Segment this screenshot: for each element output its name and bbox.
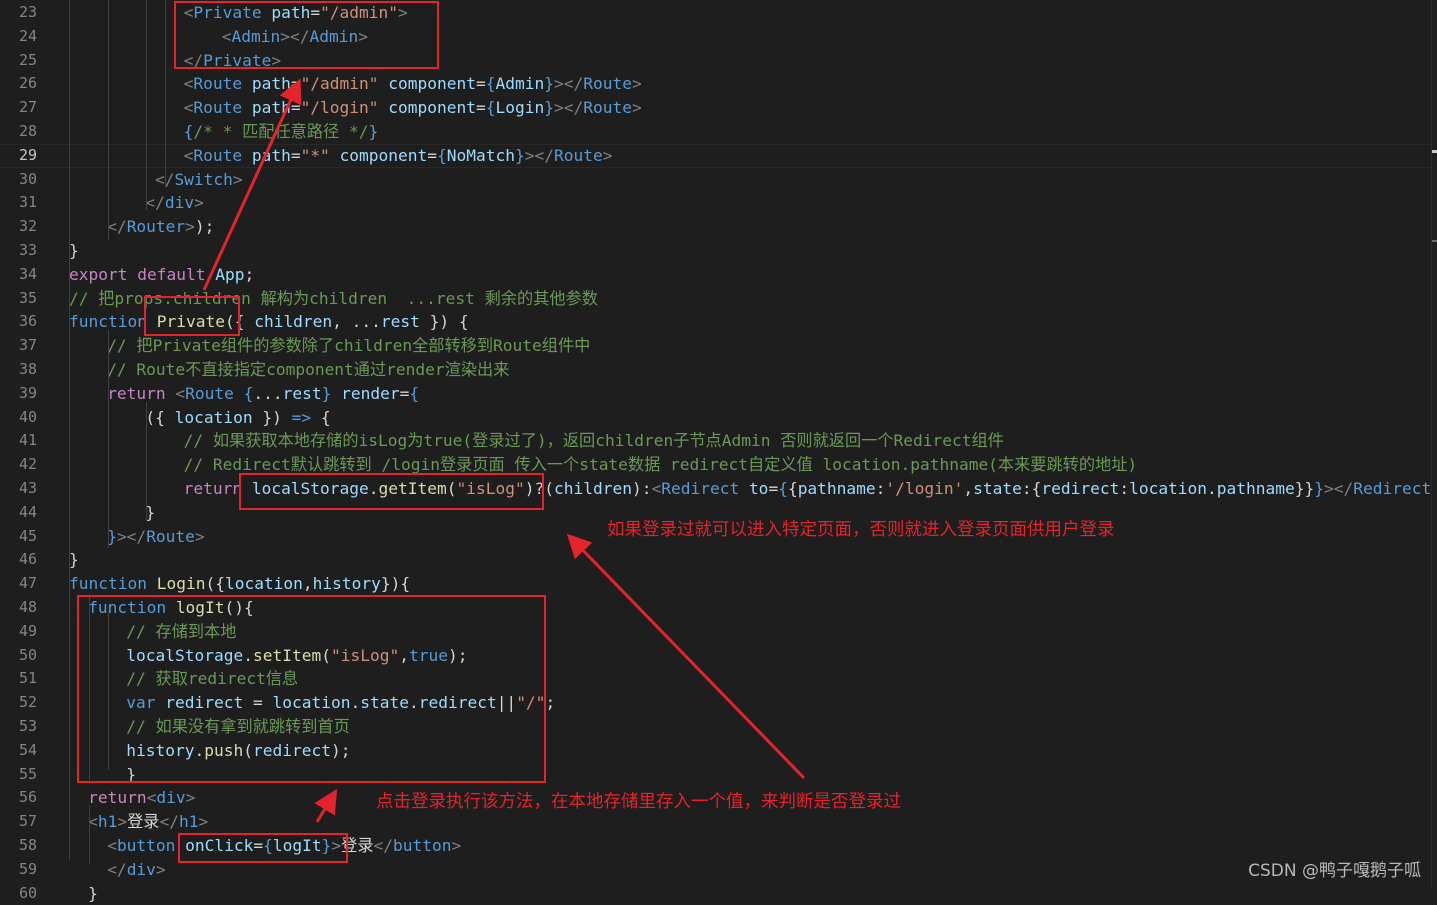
line-number: 55 <box>18 764 37 783</box>
vertical-scrollbar[interactable] <box>1431 0 1437 887</box>
code-text: </Switch> <box>155 169 243 189</box>
code-text: // 把Private组件的参数除了children全部转移到Route组件中 <box>107 336 591 356</box>
line-number: 52 <box>18 693 37 712</box>
private-function-highlight-box <box>144 296 240 336</box>
code-text: return<div> <box>88 788 196 808</box>
code-text: </div> <box>107 859 166 879</box>
getitem-highlight-box <box>239 473 544 510</box>
line-number: 49 <box>18 621 37 640</box>
code-text: ({ location }) => { <box>145 407 331 427</box>
indent-guide <box>146 402 147 520</box>
code-line[interactable]: 28 {/* * 匹配任意路径 */} <box>0 120 1431 144</box>
line-number: 57 <box>18 812 37 831</box>
code-text: {/* * 匹配任意路径 */} <box>183 122 379 141</box>
line-number: 46 <box>18 550 37 569</box>
code-text: function Login({location,history}){ <box>69 574 411 594</box>
line-number: 28 <box>18 122 37 140</box>
code-text: <Route path="/admin" component={Admin}><… <box>183 74 642 94</box>
indent-guide <box>108 330 109 548</box>
code-line[interactable]: 41 // 如果获取本地存储的isLog为true(登录过了)，返回childre… <box>0 429 1431 453</box>
line-number: 50 <box>18 645 37 664</box>
line-number: 58 <box>18 836 37 854</box>
private-admin-highlight-box <box>174 1 439 69</box>
line-number: 30 <box>18 169 37 188</box>
line-number: 24 <box>18 26 37 45</box>
code-line[interactable]: 34 export default App; <box>0 263 1431 287</box>
indent-guide <box>69 0 70 860</box>
code-line[interactable]: 31 </div> <box>0 191 1431 215</box>
code-line[interactable]: 27 <Route path="/login" component={Login}… <box>0 96 1431 120</box>
code-line[interactable]: 42// Redirect默认跳转到 /login登录页面 传入一个state数… <box>0 453 1431 477</box>
line-number: 27 <box>18 98 37 117</box>
code-line[interactable]: 57 <h1>登录</h1> <box>0 810 1431 834</box>
code-text: // Route不直接指定component通过render渲染出来 <box>107 360 510 379</box>
code-line[interactable]: 38 // Route不直接指定component通过render渲染出来 <box>0 358 1431 382</box>
line-number: 44 <box>18 502 37 521</box>
line-number: 38 <box>18 360 37 378</box>
line-number: 43 <box>18 479 37 497</box>
code-text: }></Route> <box>107 526 205 546</box>
code-line[interactable]: 29 <Route path="*" component={NoMatch}></… <box>0 144 1431 168</box>
code-text: } <box>69 550 79 570</box>
line-number: 25 <box>18 50 37 69</box>
code-text: // 如果获取本地存储的isLog为true(登录过了)，返回children子… <box>183 431 1004 451</box>
line-number: 32 <box>18 217 37 236</box>
line-number: 39 <box>18 383 37 402</box>
line-number: 40 <box>18 407 37 426</box>
line-number: 29 <box>18 145 37 164</box>
line-number: 53 <box>18 717 37 735</box>
code-line[interactable]: 47 function Login({location,history}){ <box>0 572 1431 596</box>
code-text: <h1>登录</h1> <box>88 812 209 832</box>
code-line[interactable]: 60} <box>0 882 1431 905</box>
line-number: 31 <box>18 193 37 212</box>
line-number: 26 <box>18 74 37 93</box>
code-text: <Route path="*" component={NoMatch}></Ro… <box>183 145 613 165</box>
line-number: 36 <box>18 312 37 331</box>
line-number: 56 <box>18 788 37 807</box>
code-line[interactable]: 37 // 把Private组件的参数除了children全部转移到Route组件… <box>0 334 1431 358</box>
code-text: } <box>69 241 79 260</box>
code-line[interactable]: 26 <Route path="/admin" component={Admin}… <box>0 72 1431 96</box>
code-line[interactable]: 43 return localStorage.getItem("isLog")?(… <box>0 477 1437 501</box>
indent-guide <box>165 0 166 186</box>
scrollbar-find-marker <box>1432 240 1437 242</box>
line-number: 54 <box>18 740 37 759</box>
logit-function-highlight-box <box>77 595 546 783</box>
onclick-highlight-box <box>178 833 348 863</box>
code-line[interactable]: 33} <box>0 239 1431 263</box>
line-number: 48 <box>18 598 37 616</box>
line-number: 59 <box>18 859 37 878</box>
code-line[interactable]: 30 </Switch> <box>0 168 1431 192</box>
line-number: 34 <box>18 264 37 283</box>
code-text: <Route path="/login" component={Login}><… <box>183 98 642 118</box>
line-number: 33 <box>18 241 37 259</box>
code-text: </div> <box>145 193 204 213</box>
scrollbar-cursor-marker <box>1432 150 1437 153</box>
line-number: 47 <box>18 574 37 593</box>
code-line[interactable]: 40 ({ location }) => { <box>0 406 1431 430</box>
code-text: return <Route {...rest} render={ <box>107 383 420 403</box>
code-line[interactable]: 32 </Router>); <box>0 215 1431 239</box>
redirect-explanation-note: 如果登录过就可以进入特定页面，否则就进入登录页面供用户登录 <box>607 520 1115 540</box>
line-number: 35 <box>18 288 37 307</box>
line-number: 42 <box>18 455 37 474</box>
code-text: export default App; <box>69 264 255 284</box>
line-number: 60 <box>18 883 37 902</box>
code-line[interactable]: 39 return <Route {...rest} render={ <box>0 382 1431 406</box>
line-number: 41 <box>18 431 37 450</box>
code-text: function Private({ children, ...rest }) … <box>69 312 469 332</box>
indent-guide <box>89 806 90 864</box>
line-number: 51 <box>18 669 37 688</box>
code-text: </Router>); <box>107 217 215 237</box>
line-number: 23 <box>18 3 37 21</box>
code-text: } <box>88 883 98 903</box>
line-number: 45 <box>18 526 37 545</box>
line-number: 37 <box>18 336 37 355</box>
code-line[interactable]: 46} <box>0 548 1431 572</box>
indent-guide <box>108 0 109 240</box>
login-explanation-note: 点击登录执行该方法，在本地存储里存入一个值，来判断是否登录过 <box>376 792 901 812</box>
indent-guide <box>146 0 147 210</box>
csdn-watermark: CSDN @鸭子嘎鹅子呱 <box>1248 861 1421 881</box>
